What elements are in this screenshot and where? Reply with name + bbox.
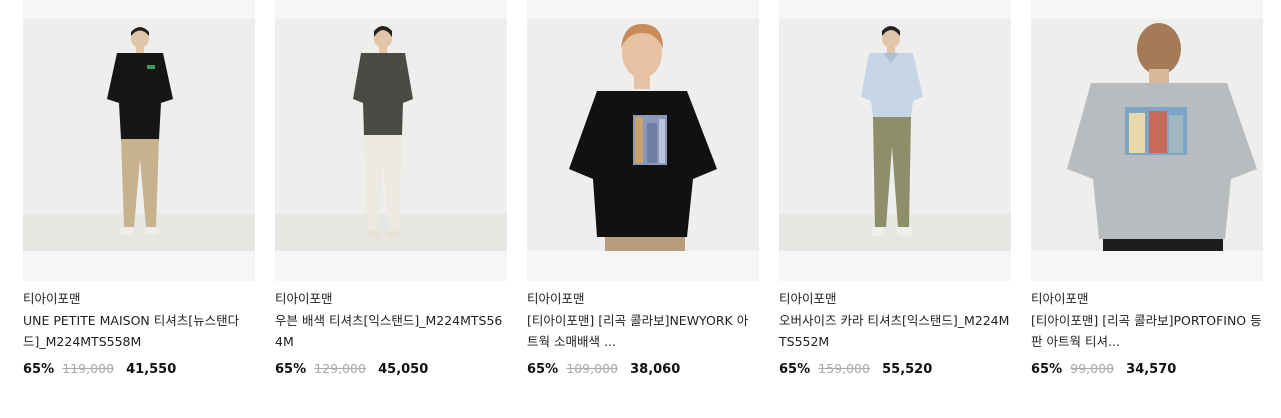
product-brand[interactable]: 티아이포맨: [1031, 290, 1263, 310]
price-row: 65% 129,000 45,050: [275, 360, 507, 378]
discount-rate: 65%: [527, 362, 559, 377]
product-card[interactable]: 티아이포맨 [티아이포맨] [리곡 콜라보]NEWYORK 아트웍 소매배색 .…: [527, 0, 759, 378]
sale-price: 41,550: [126, 362, 177, 377]
sale-price: 55,520: [882, 362, 933, 377]
product-card[interactable]: 티아이포맨 [티아이포맨] [리곡 콜라보]PORTOFINO 등판 아트웍 티…: [1031, 0, 1263, 378]
product-image[interactable]: [1031, 19, 1263, 251]
product-card[interactable]: 티아이포맨 우븐 배색 티셔츠[익스탠드]_M224MTS564M 65% 12…: [275, 0, 507, 378]
price-row: 65% 99,000 34,570: [1031, 360, 1263, 378]
product-title[interactable]: UNE PETITE MAISON 티셔츠[뉴스탠다드]_M224MTS558M: [23, 310, 255, 352]
product-card[interactable]: 티아이포맨 오버사이즈 카라 티셔츠[익스탠드]_M224MTS552M 65%…: [779, 0, 1011, 378]
product-brand[interactable]: 티아이포맨: [275, 290, 507, 310]
original-price: 109,000: [566, 361, 618, 376]
product-image[interactable]: [779, 19, 1011, 251]
sale-price: 45,050: [378, 362, 429, 377]
price-row: 65% 109,000 38,060: [527, 360, 759, 378]
discount-rate: 65%: [23, 362, 55, 377]
product-image[interactable]: [275, 19, 507, 251]
product-image[interactable]: [527, 19, 759, 251]
product-brand[interactable]: 티아이포맨: [527, 290, 759, 310]
product-grid: 티아이포맨 UNE PETITE MAISON 티셔츠[뉴스탠다드]_M224M…: [0, 0, 1281, 418]
product-thumbnail[interactable]: [527, 0, 759, 281]
product-card[interactable]: 티아이포맨 UNE PETITE MAISON 티셔츠[뉴스탠다드]_M224M…: [23, 0, 255, 378]
original-price: 119,000: [62, 361, 114, 376]
product-thumbnail[interactable]: [1031, 0, 1263, 281]
product-thumbnail[interactable]: [23, 0, 255, 281]
product-title[interactable]: 우븐 배색 티셔츠[익스탠드]_M224MTS564M: [275, 310, 507, 352]
product-image[interactable]: [23, 19, 255, 251]
price-row: 65% 159,000 55,520: [779, 360, 1011, 378]
product-title[interactable]: [티아이포맨] [리곡 콜라보]NEWYORK 아트웍 소매배색 ...: [527, 310, 759, 352]
original-price: 159,000: [818, 361, 870, 376]
product-thumbnail[interactable]: [779, 0, 1011, 281]
sale-price: 38,060: [630, 362, 681, 377]
discount-rate: 65%: [1031, 362, 1063, 377]
product-brand[interactable]: 티아이포맨: [779, 290, 1011, 310]
discount-rate: 65%: [275, 362, 307, 377]
original-price: 129,000: [314, 361, 366, 376]
price-row: 65% 119,000 41,550: [23, 360, 255, 378]
product-thumbnail[interactable]: [275, 0, 507, 281]
original-price: 99,000: [1070, 361, 1115, 376]
discount-rate: 65%: [779, 362, 811, 377]
product-title[interactable]: [티아이포맨] [리곡 콜라보]PORTOFINO 등판 아트웍 티셔...: [1031, 310, 1263, 352]
sale-price: 34,570: [1126, 362, 1177, 377]
product-brand[interactable]: 티아이포맨: [23, 290, 255, 310]
product-title[interactable]: 오버사이즈 카라 티셔츠[익스탠드]_M224MTS552M: [779, 310, 1011, 352]
